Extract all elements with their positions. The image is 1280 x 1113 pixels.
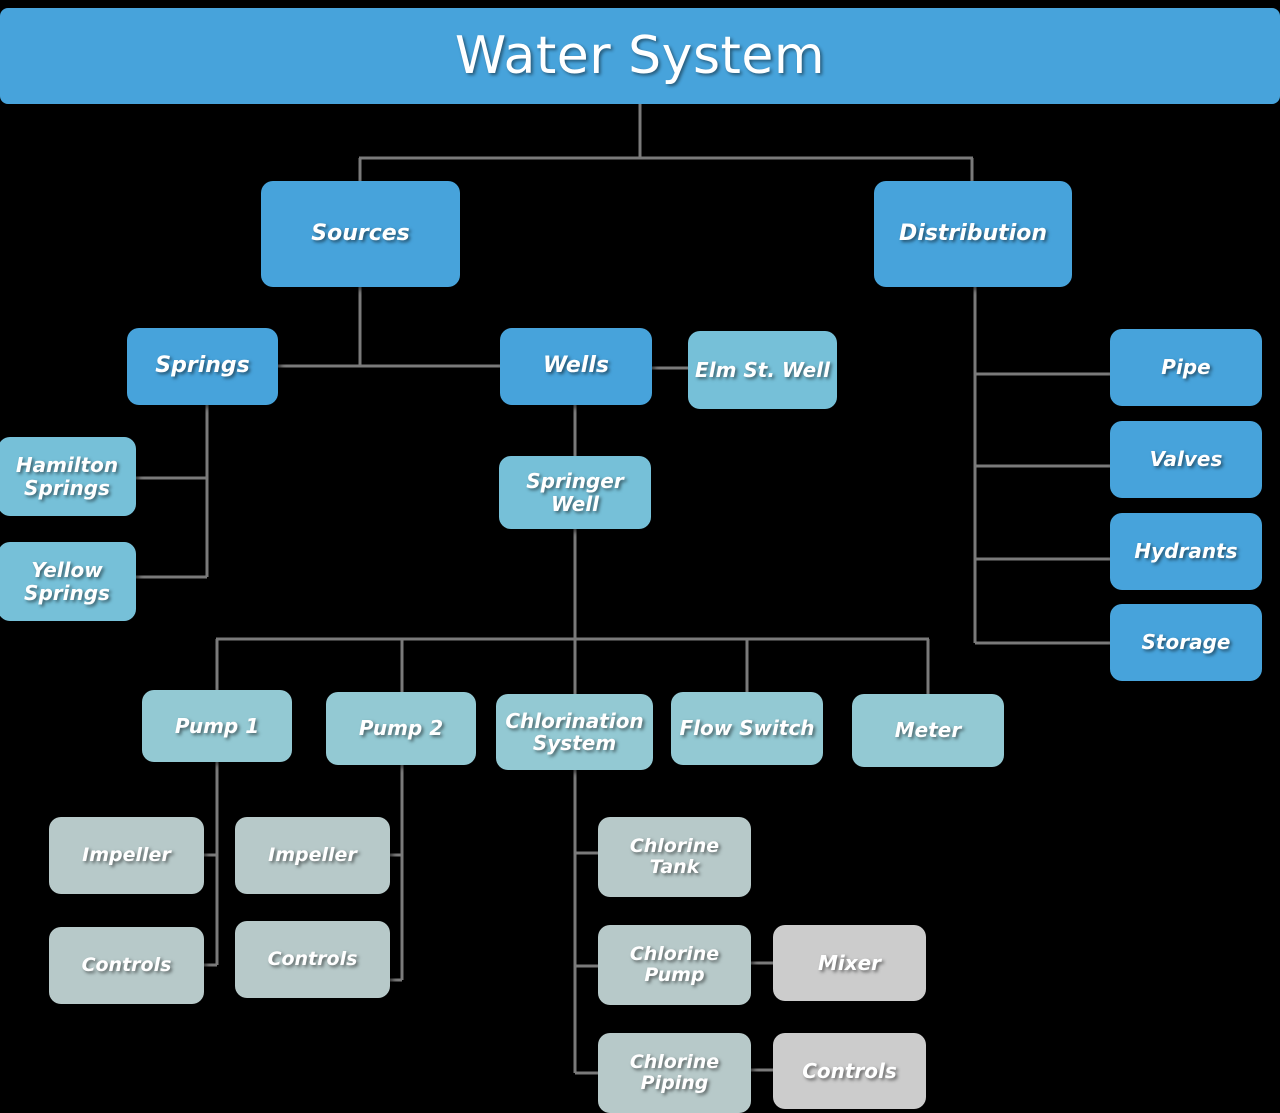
node-valves[interactable]: Valves [1110,421,1262,498]
node-distribution[interactable]: Distribution [874,181,1072,287]
node-springer-well[interactable]: Springer Well [499,456,651,529]
node-pump-1[interactable]: Pump 1 [142,690,292,762]
node-pump1-controls[interactable]: Controls [49,927,204,1004]
diagram-canvas: Water System Sources Distribution Spring… [0,0,1280,1113]
node-chlorination-system[interactable]: Chlorination System [496,694,653,770]
node-meter[interactable]: Meter [852,694,1004,767]
node-springs[interactable]: Springs [127,328,278,405]
node-flow-switch[interactable]: Flow Switch [671,692,823,765]
node-pipe[interactable]: Pipe [1110,329,1262,406]
node-sources[interactable]: Sources [261,181,460,287]
node-pump1-impeller[interactable]: Impeller [49,817,204,894]
diagram-title-banner: Water System [0,8,1280,104]
node-chlorine-piping[interactable]: Chlorine Piping [598,1033,751,1113]
node-hydrants[interactable]: Hydrants [1110,513,1262,590]
node-chlorine-pump-controls[interactable]: Controls [773,1033,926,1109]
page-title: Water System [454,26,826,86]
node-chlorine-pump[interactable]: Chlorine Pump [598,925,751,1005]
node-hamilton-springs[interactable]: Hamilton Springs [0,437,136,516]
node-elm-st-well[interactable]: Elm St. Well [688,331,837,409]
node-mixer[interactable]: Mixer [773,925,926,1001]
node-pump2-controls[interactable]: Controls [235,921,390,998]
node-yellow-springs[interactable]: Yellow Springs [0,542,136,621]
node-wells[interactable]: Wells [500,328,652,405]
node-storage[interactable]: Storage [1110,604,1262,681]
node-pump-2[interactable]: Pump 2 [326,692,476,765]
node-chlorine-tank[interactable]: Chlorine Tank [598,817,751,897]
node-pump2-impeller[interactable]: Impeller [235,817,390,894]
